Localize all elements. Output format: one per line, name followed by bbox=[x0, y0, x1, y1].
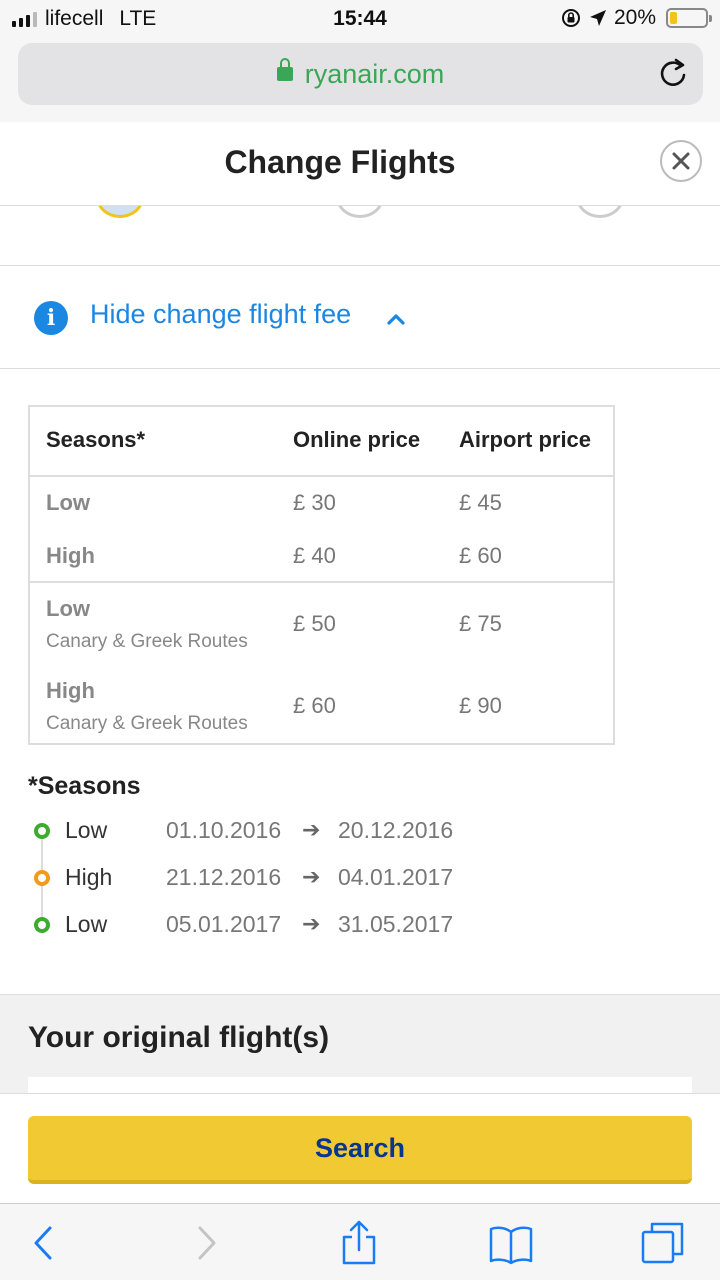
change-flights-dialog: Change Flights i Hide change flight fee … bbox=[0, 122, 720, 1094]
lock-icon bbox=[276, 57, 293, 81]
table-group-divider bbox=[30, 581, 613, 583]
battery-percent: 20% bbox=[613, 6, 656, 29]
airport-price-cell: £ 90 bbox=[459, 693, 502, 718]
dialog-header: Change Flights bbox=[0, 122, 720, 206]
column-header-seasons: Seasons* bbox=[46, 427, 146, 452]
season-cell: High bbox=[46, 543, 95, 568]
airport-price-cell: £ 60 bbox=[459, 543, 502, 568]
fee-toggle-label[interactable]: Hide change flight fee bbox=[90, 299, 351, 330]
original-flight-card[interactable] bbox=[28, 1077, 692, 1094]
route-note: Canary & Greek Routes bbox=[46, 713, 248, 734]
column-header-online-price: Online price bbox=[293, 427, 421, 452]
seasons-title: *Seasons bbox=[28, 772, 141, 800]
fee-toggle[interactable]: i Hide change flight fee bbox=[0, 267, 720, 369]
arrow-right-icon: ➔ bbox=[302, 911, 321, 936]
status-bar: lifecell LTE 15:44 20% bbox=[0, 0, 720, 38]
browser-chrome: ryanair.com bbox=[0, 38, 720, 122]
season-cell: High bbox=[46, 678, 95, 703]
search-button[interactable]: Search bbox=[28, 1116, 692, 1184]
online-price-cell: £ 40 bbox=[293, 543, 336, 568]
season-name: Low bbox=[65, 911, 108, 937]
forward-icon[interactable] bbox=[182, 1220, 228, 1266]
chevron-up-icon[interactable] bbox=[386, 309, 406, 329]
table-header: Seasons* Online price Airport price bbox=[30, 407, 613, 477]
season-end-date: 20.12.2016 bbox=[338, 817, 454, 843]
search-footer: Search bbox=[0, 1093, 720, 1203]
close-icon bbox=[672, 152, 690, 170]
browser-toolbar bbox=[0, 1203, 720, 1280]
season-start-date: 01.10.2016 bbox=[166, 817, 282, 843]
season-dot-icon bbox=[34, 917, 50, 933]
season-name: Low bbox=[65, 817, 108, 843]
season-dot-icon bbox=[34, 870, 50, 886]
battery-icon bbox=[666, 8, 712, 28]
tabs-icon[interactable] bbox=[640, 1220, 686, 1266]
original-flights-section: Your original flight(s) bbox=[0, 994, 720, 1094]
season-cell: Low bbox=[46, 596, 90, 621]
dialog-title: Change Flights bbox=[224, 144, 456, 180]
season-end-date: 04.01.2017 bbox=[338, 864, 454, 890]
progress-steps bbox=[0, 176, 720, 266]
season-dot-icon bbox=[34, 823, 50, 839]
arrow-right-icon: ➔ bbox=[302, 864, 321, 889]
season-start-date: 05.01.2017 bbox=[166, 911, 282, 937]
arrow-right-icon: ➔ bbox=[302, 817, 321, 842]
online-price-cell: £ 50 bbox=[293, 611, 336, 636]
url-display[interactable]: ryanair.com bbox=[18, 57, 703, 90]
url-text: ryanair.com bbox=[304, 59, 445, 89]
status-right: 20% bbox=[560, 6, 712, 30]
info-icon: i bbox=[34, 301, 68, 335]
season-end-date: 31.05.2017 bbox=[338, 911, 454, 937]
online-price-cell: £ 60 bbox=[293, 693, 336, 718]
column-header-airport-price: Airport price bbox=[459, 427, 592, 452]
season-name: High bbox=[65, 864, 113, 890]
reload-icon[interactable] bbox=[657, 57, 689, 89]
season-start-date: 21.12.2016 bbox=[166, 864, 282, 890]
route-note: Canary & Greek Routes bbox=[46, 631, 248, 652]
share-icon[interactable] bbox=[336, 1220, 382, 1266]
location-arrow-icon bbox=[589, 10, 606, 26]
online-price-cell: £ 30 bbox=[293, 490, 336, 515]
airport-price-cell: £ 45 bbox=[459, 490, 502, 515]
original-flights-title: Your original flight(s) bbox=[28, 1021, 330, 1054]
bookmarks-icon[interactable] bbox=[488, 1220, 534, 1266]
close-button[interactable] bbox=[660, 140, 702, 182]
back-icon[interactable] bbox=[22, 1220, 68, 1266]
season-cell: Low bbox=[46, 490, 90, 515]
address-bar[interactable]: ryanair.com bbox=[18, 43, 703, 105]
airport-price-cell: £ 75 bbox=[459, 611, 502, 636]
orientation-lock-icon bbox=[561, 9, 580, 27]
change-fee-table: Seasons* Online price Airport price Low … bbox=[28, 405, 615, 745]
